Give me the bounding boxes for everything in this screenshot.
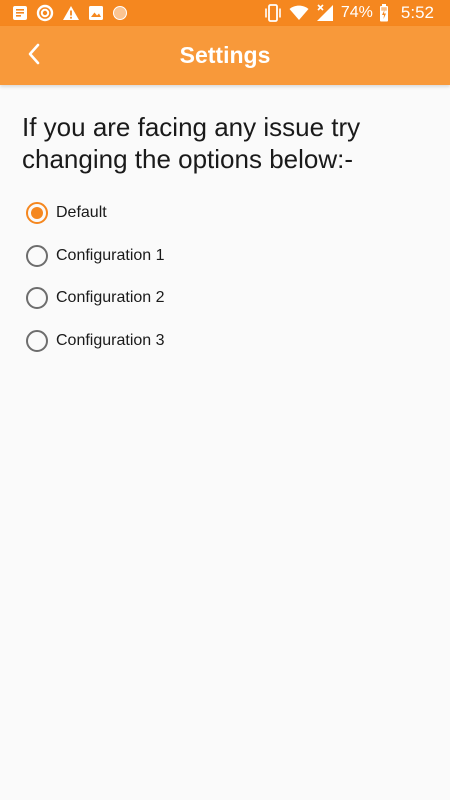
wifi-icon bbox=[289, 5, 309, 21]
settings-content: If you are facing any issue try changing… bbox=[0, 85, 450, 800]
option-label: Default bbox=[56, 204, 107, 222]
option-configuration-2[interactable]: Configuration 2 bbox=[26, 277, 426, 320]
radio-button[interactable] bbox=[26, 244, 48, 267]
battery-icon bbox=[379, 4, 389, 22]
instructions-text: If you are facing any issue try changing… bbox=[22, 112, 361, 174]
signal-icon bbox=[315, 4, 335, 22]
option-label: Configuration 2 bbox=[56, 289, 165, 307]
notes-icon bbox=[12, 5, 28, 21]
warning-icon bbox=[62, 5, 80, 21]
option-default[interactable]: Default bbox=[26, 192, 426, 235]
notification-icons bbox=[12, 4, 128, 22]
chevron-left-icon bbox=[27, 43, 41, 70]
battery-percent: 74% bbox=[340, 4, 373, 21]
configuration-radio-group: Default Configuration 1 Configuration 2 … bbox=[26, 192, 426, 362]
page-title: Settings bbox=[179, 42, 271, 68]
clock: 5:52 bbox=[400, 3, 434, 22]
option-configuration-1[interactable]: Configuration 1 bbox=[26, 235, 426, 278]
back-button[interactable] bbox=[14, 36, 54, 76]
system-icons: 74% 5:52 bbox=[263, 3, 434, 23]
radio-button[interactable] bbox=[26, 329, 48, 352]
image-icon bbox=[88, 5, 104, 21]
status-bar: 74% 5:52 bbox=[0, 0, 450, 26]
option-configuration-3[interactable]: Configuration 3 bbox=[26, 320, 426, 363]
vibrate-icon bbox=[263, 4, 283, 22]
app-bar: Settings bbox=[0, 26, 450, 85]
radio-button[interactable] bbox=[26, 202, 48, 225]
option-label: Configuration 1 bbox=[56, 246, 165, 264]
dot-icon bbox=[112, 5, 128, 21]
option-label: Configuration 3 bbox=[56, 331, 165, 349]
radio-button[interactable] bbox=[26, 287, 48, 310]
sync-ring-icon bbox=[36, 4, 54, 22]
